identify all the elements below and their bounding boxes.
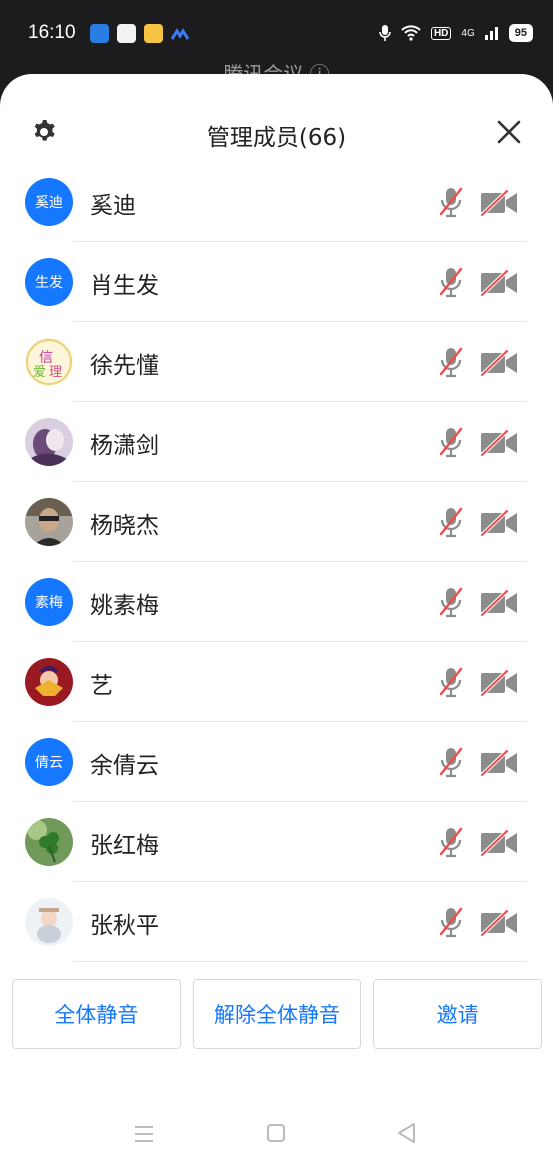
member-row[interactable]: 艺: [0, 642, 553, 722]
battery-indicator: 95: [508, 24, 533, 42]
camera-off-icon[interactable]: [480, 749, 518, 777]
mic-muted-icon[interactable]: [438, 426, 464, 458]
member-name: 肖生发: [90, 273, 159, 299]
mic-muted-icon[interactable]: [438, 666, 464, 698]
camera-off-icon[interactable]: [480, 429, 518, 457]
avatar: [25, 418, 73, 466]
status-time: 16:10: [28, 22, 76, 43]
member-name: 徐先懂: [90, 353, 159, 379]
member-row[interactable]: 倩云 余倩云: [0, 722, 553, 802]
camera-off-icon[interactable]: [480, 669, 518, 697]
camera-off-icon[interactable]: [480, 829, 518, 857]
menu-icon[interactable]: [133, 1124, 155, 1144]
signal-icon: [484, 27, 498, 40]
mic-muted-icon[interactable]: [438, 506, 464, 538]
system-navigation-bar: [0, 1114, 553, 1168]
wifi-icon: [401, 25, 421, 41]
signal-label: 4G: [461, 27, 475, 39]
svg-text:信: 信: [39, 350, 53, 366]
camera-off-icon[interactable]: [480, 269, 518, 297]
camera-off-icon[interactable]: [480, 589, 518, 617]
app-notification-icon: [90, 24, 109, 43]
member-name: 杨晓杰: [90, 513, 159, 539]
member-row[interactable]: 奚迪 奚迪: [0, 162, 553, 242]
member-name: 艺: [90, 673, 113, 699]
notification-icons: [90, 24, 189, 43]
avatar: [25, 498, 73, 546]
mic-muted-icon[interactable]: [438, 746, 464, 778]
unmute-all-button[interactable]: 解除全体静音: [192, 979, 362, 1049]
meeting-app-icon: [171, 27, 189, 40]
close-icon[interactable]: [497, 120, 521, 144]
mute-all-button[interactable]: 全体静音: [12, 979, 181, 1049]
member-row[interactable]: 生发 肖生发: [0, 242, 553, 322]
member-row[interactable]: 杨潇剑: [0, 402, 553, 482]
mic-muted-icon[interactable]: [438, 906, 464, 938]
camera-off-icon[interactable]: [480, 349, 518, 377]
mic-muted-icon[interactable]: [438, 826, 464, 858]
camera-off-icon[interactable]: [480, 509, 518, 537]
member-name: 杨潇剑: [90, 433, 159, 459]
member-row[interactable]: 信爱理徐先懂: [0, 322, 553, 402]
avatar: 倩云: [25, 738, 73, 786]
home-icon[interactable]: [266, 1123, 286, 1143]
mic-muted-icon[interactable]: [438, 266, 464, 298]
app-58-icon: [117, 24, 136, 43]
status-right: HD 4G 95: [379, 24, 533, 42]
back-icon[interactable]: [396, 1122, 418, 1144]
app-yellow-icon: [144, 24, 163, 43]
mic-muted-icon[interactable]: [438, 186, 464, 218]
invite-button[interactable]: 邀请: [373, 979, 543, 1049]
action-bar: 全体静音 解除全体静音 邀请: [12, 979, 543, 1049]
member-name: 姚素梅: [90, 593, 159, 619]
avatar: 奚迪: [25, 178, 73, 226]
mic-muted-icon[interactable]: [438, 346, 464, 378]
avatar: 生发: [25, 258, 73, 306]
member-name: 张秋平: [90, 913, 159, 939]
camera-off-icon[interactable]: [480, 189, 518, 217]
avatar: 信爱理: [25, 338, 73, 386]
avatar: 素梅: [25, 578, 73, 626]
row-divider: [73, 961, 527, 962]
member-row[interactable]: 张秋平: [0, 882, 553, 962]
mic-muted-icon[interactable]: [438, 586, 464, 618]
svg-text:理: 理: [49, 365, 62, 380]
member-row[interactable]: 张红梅: [0, 802, 553, 882]
member-row[interactable]: 素梅 姚素梅: [0, 562, 553, 642]
microphone-status-icon: [379, 25, 391, 41]
member-name: 奚迪: [90, 193, 136, 219]
camera-off-icon[interactable]: [480, 909, 518, 937]
avatar: [25, 658, 73, 706]
svg-text:爱: 爱: [33, 365, 46, 380]
manage-members-sheet: 管理成员(66) 奚迪 奚迪 生发 肖生发信爱理徐先懂 杨潇剑 杨晓杰 素梅 姚素梅艺倩云 余倩…: [0, 74, 553, 1168]
avatar: [25, 818, 73, 866]
hd-indicator: HD: [430, 26, 452, 40]
page-title: 管理成员(66): [206, 125, 347, 151]
member-row[interactable]: 杨晓杰: [0, 482, 553, 562]
member-name: 张红梅: [90, 833, 159, 859]
member-list: 奚迪 奚迪 生发 肖生发信爱理徐先懂 杨潇剑 杨晓杰 素梅 姚素梅艺倩云 余倩云 张红梅 张秋平: [0, 162, 553, 962]
member-name: 余倩云: [90, 753, 159, 779]
avatar: [25, 898, 73, 946]
